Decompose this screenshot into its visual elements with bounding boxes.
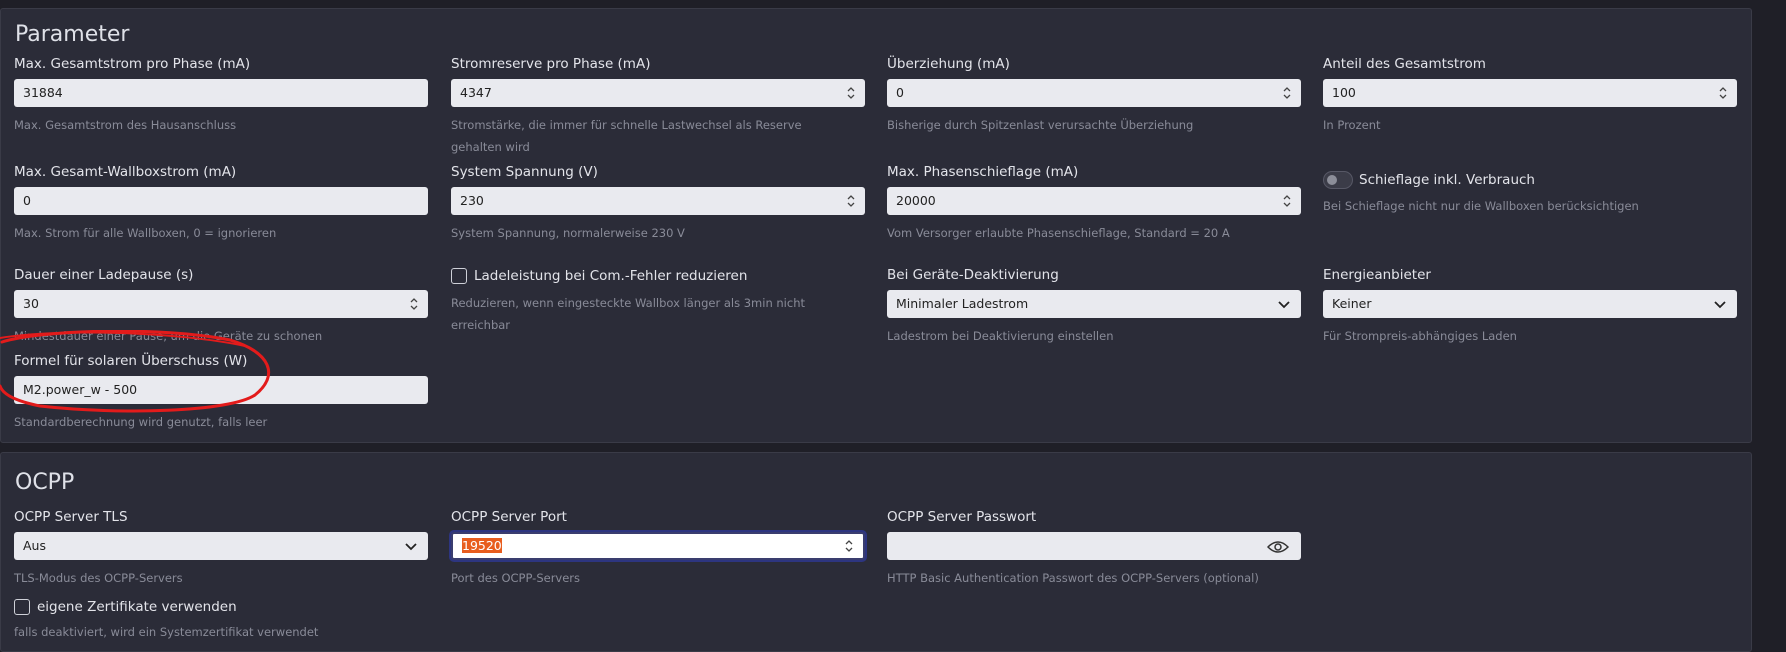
help-text: System Spannung, normalerweise 230 V (451, 226, 685, 240)
max-wallbox-current-input[interactable]: 0 (14, 187, 428, 215)
help-text: Für Strompreis-abhängiges Laden (1323, 329, 1517, 343)
label: Stromreserve pro Phase (mA) (451, 56, 651, 72)
label: Überziehung (mA) (887, 56, 1010, 72)
label: Bei Geräte-Deaktivierung (887, 267, 1059, 283)
field-own-certs: eigene Zertifikate verwenden falls deakt… (14, 596, 428, 643)
field-device-deactivation: Bei Geräte-Deaktivierung Minimaler Lades… (887, 265, 1301, 347)
label: Dauer einer Ladepause (s) (14, 267, 194, 283)
help-text: Standardberechnung wird genutzt, falls l… (14, 415, 268, 429)
help-text: Max. Strom für alle Wallboxen, 0 = ignor… (14, 226, 277, 240)
label: OCPP Server Passwort (887, 509, 1037, 525)
help-text: Stromstärke, die immer für schnelle Last… (451, 118, 802, 154)
spinner-arrows-icon[interactable] (1283, 194, 1291, 208)
parameter-card: Parameter Max. Gesamtstrom pro Phase (mA… (0, 8, 1752, 443)
ocpp-password-input[interactable] (887, 532, 1301, 560)
device-deactivation-select[interactable]: Minimaler Ladestrom (887, 290, 1301, 318)
overdraw-input[interactable]: 0 (887, 79, 1301, 107)
own-certs-row[interactable]: eigene Zertifikate verwenden (14, 596, 428, 618)
field-reduce-on-error: Ladeleistung bei Com.-Fehler reduzieren … (451, 265, 865, 336)
current-reserve-input[interactable]: 4347 (451, 79, 865, 107)
field-max-wallbox-current: Max. Gesamt-Wallboxstrom (mA) 0 Max. Str… (14, 162, 428, 244)
label: Max. Gesamt-Wallboxstrom (mA) (14, 164, 237, 180)
spinner-arrows-icon[interactable] (845, 539, 853, 553)
field-ocpp-password: OCPP Server Passwort HTTP Basic Authenti… (887, 507, 1301, 589)
own-certs-checkbox[interactable] (14, 599, 30, 615)
label: Formel für solaren Überschuss (W) (14, 353, 248, 369)
field-total-share: Anteil des Gesamtstrom 100 In Prozent (1323, 54, 1737, 136)
help-text: In Prozent (1323, 118, 1381, 132)
help-text: Bei Schieflage nicht nur die Wallboxen b… (1323, 199, 1639, 213)
label: OCPP Server Port (451, 509, 567, 525)
field-overdraw: Überziehung (mA) 0 Bisherige durch Spitz… (887, 54, 1301, 136)
imbalance-toggle-row[interactable]: Schieflage inkl. Verbrauch (1323, 169, 1737, 191)
label: Max. Phasenschieflage (mA) (887, 164, 1079, 180)
help-text: Port des OCPP-Servers (451, 571, 581, 585)
field-system-voltage: System Spannung (V) 230 System Spannung,… (451, 162, 865, 244)
field-energy-provider: Energieanbieter Keiner Für Strompreis-ab… (1323, 265, 1737, 347)
ocpp-card: OCPP OCPP Server TLS Aus TLS-Modus des O… (0, 452, 1752, 652)
field-current-reserve: Stromreserve pro Phase (mA) 4347 Stromst… (451, 54, 865, 158)
ocpp-tls-select[interactable]: Aus (14, 532, 428, 560)
section-title-ocpp: OCPP (15, 470, 75, 495)
chevron-down-icon (405, 543, 417, 551)
label: OCPP Server TLS (14, 509, 128, 525)
help-text: TLS-Modus des OCPP-Servers (14, 571, 183, 585)
max-phase-imbalance-input[interactable]: 20000 (887, 187, 1301, 215)
spinner-arrows-icon[interactable] (847, 194, 855, 208)
label: Anteil des Gesamtstrom (1323, 56, 1486, 72)
field-imbalance-incl-consumption: Schieflage inkl. Verbrauch Bei Schieflag… (1323, 169, 1737, 217)
imbalance-toggle-switch[interactable] (1323, 171, 1353, 189)
label: Schieflage inkl. Verbrauch (1359, 172, 1535, 188)
help-text: Reduzieren, wenn eingesteckte Wallbox lä… (451, 296, 805, 332)
max-total-current-input[interactable]: 31884 (14, 79, 428, 107)
help-text: Vom Versorger erlaubte Phasenschieflage,… (887, 226, 1230, 240)
chevron-down-icon (1278, 301, 1290, 309)
field-max-phase-imbalance: Max. Phasenschieflage (mA) 20000 Vom Ver… (887, 162, 1301, 244)
label: Max. Gesamtstrom pro Phase (mA) (14, 56, 251, 72)
field-charge-pause: Dauer einer Ladepause (s) 30 Mindestdaue… (14, 265, 428, 347)
help-text: Max. Gesamtstrom des Hausanschluss (14, 118, 237, 132)
charge-pause-input[interactable]: 30 (14, 290, 428, 318)
field-solar-formula: Formel für solaren Überschuss (W) M2.pow… (14, 351, 428, 433)
label: Energieanbieter (1323, 267, 1431, 283)
help-text: Mindestdauer einer Pause, um die Geräte … (14, 329, 323, 343)
field-ocpp-port: OCPP Server Port 19520 Port des OCPP-Ser… (451, 507, 865, 589)
label: eigene Zertifikate verwenden (37, 599, 237, 615)
help-text: HTTP Basic Authentication Passwort des O… (887, 571, 1259, 585)
system-voltage-input[interactable]: 230 (451, 187, 865, 215)
reduce-on-error-row[interactable]: Ladeleistung bei Com.-Fehler reduzieren (451, 265, 865, 287)
help-text: falls deaktiviert, wird ein Systemzertif… (14, 625, 319, 639)
field-ocpp-tls: OCPP Server TLS Aus TLS-Modus des OCPP-S… (14, 507, 428, 589)
field-max-total-current: Max. Gesamtstrom pro Phase (mA) 31884 Ma… (14, 54, 428, 136)
spinner-arrows-icon[interactable] (410, 297, 418, 311)
label: System Spannung (V) (451, 164, 598, 180)
reduce-on-error-checkbox[interactable] (451, 268, 467, 284)
solar-formula-input[interactable]: M2.power_w - 500 (14, 376, 428, 404)
energy-provider-select[interactable]: Keiner (1323, 290, 1737, 318)
section-title-parameter: Parameter (15, 22, 130, 47)
ocpp-port-input[interactable]: 19520 (451, 532, 865, 560)
spinner-arrows-icon[interactable] (847, 86, 855, 100)
eye-icon[interactable] (1267, 540, 1289, 554)
spinner-arrows-icon[interactable] (1719, 86, 1727, 100)
chevron-down-icon (1714, 301, 1726, 309)
spinner-arrows-icon[interactable] (1283, 86, 1291, 100)
help-text: Bisherige durch Spitzenlast verursachte … (887, 118, 1194, 132)
total-share-input[interactable]: 100 (1323, 79, 1737, 107)
help-text: Ladestrom bei Deaktivierung einstellen (887, 329, 1114, 343)
label: Ladeleistung bei Com.-Fehler reduzieren (474, 268, 748, 284)
